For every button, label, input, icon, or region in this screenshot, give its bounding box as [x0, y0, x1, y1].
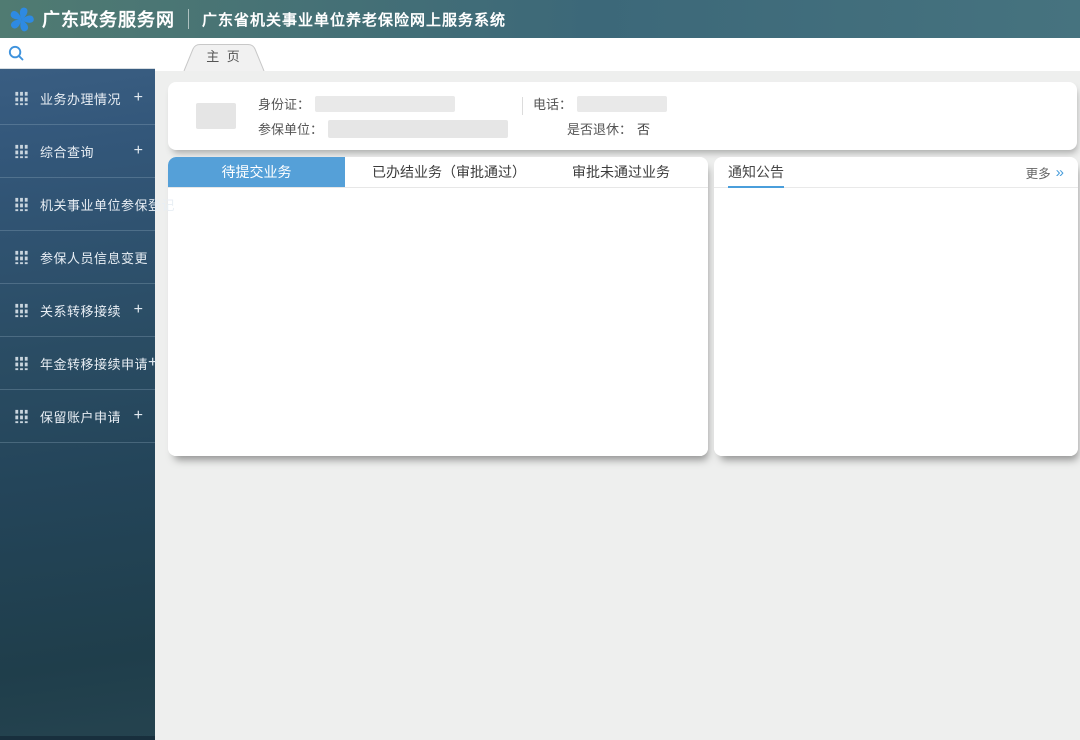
expand-plus-icon: +: [133, 142, 143, 159]
expand-plus-icon: +: [133, 407, 143, 424]
expand-plus-icon: +: [133, 301, 143, 318]
phone-label: 电话：: [533, 97, 573, 112]
info-column-left: 身份证： 参保单位：: [258, 94, 509, 138]
info-divider: [522, 97, 524, 115]
tab-pending-business[interactable]: 待提交业务: [168, 157, 345, 187]
brand-title[interactable]: 广东政务服务网: [42, 6, 175, 32]
redacted-unit-name: [328, 119, 509, 138]
redacted-user-name: [196, 103, 236, 129]
grid-icon: [15, 356, 28, 370]
sidebar-item-business-status[interactable]: 业务办理情况 +: [0, 72, 155, 125]
more-label: 更多: [1025, 166, 1051, 181]
tab-home[interactable]: 主 页: [183, 43, 265, 71]
header-divider: [188, 9, 189, 29]
sidebar-item-label: 综合查询: [40, 144, 95, 160]
app-window: 广东政务服务网 广东省机关事业单位养老保险网上服务系统 业务办理情况 + 综合查…: [0, 0, 1080, 740]
content-area: 主 页 身份证： 参保单位： 电话： 是否退休： 否 待提交业务 已办结业务（审…: [155, 38, 1080, 740]
sidebar-item-member-info-change[interactable]: 参保人员信息变更: [0, 231, 155, 284]
notice-panel-body: [714, 188, 1078, 456]
grid-icon: [15, 409, 28, 423]
tab-rejected-business[interactable]: 审批未通过业务: [557, 157, 685, 187]
retired-value: 否: [637, 122, 651, 137]
retired-label: 是否退休：: [567, 122, 633, 137]
sidebar-item-annuity-transfer[interactable]: 年金转移接续申请 +: [0, 337, 158, 390]
tab-home-label: 主 页: [206, 49, 242, 64]
grid-icon: [15, 250, 28, 264]
sidebar-search-bar: [0, 38, 155, 69]
more-arrows-icon: »: [1055, 163, 1064, 181]
redacted-phone-number: [577, 95, 668, 112]
more-link[interactable]: 更多 »: [1026, 157, 1064, 187]
sidebar-item-label: 参保人员信息变更: [40, 250, 149, 266]
notice-panel: 通知公告 更多 »: [714, 157, 1078, 456]
sidebar-item-unit-registration[interactable]: 机关事业单位参保登记: [0, 178, 175, 231]
user-info-card: 身份证： 参保单位： 电话： 是否退休： 否: [168, 82, 1077, 150]
gdgov-flower-logo-icon[interactable]: [8, 6, 35, 33]
id-card-label: 身份证：: [258, 97, 311, 112]
notice-title: 通知公告: [728, 157, 784, 188]
sidebar-item-relation-transfer[interactable]: 关系转移接续 +: [0, 284, 155, 337]
expand-plus-icon: +: [133, 89, 143, 106]
sidebar-item-label: 关系转移接续: [40, 303, 122, 319]
grid-icon: [15, 144, 28, 158]
panels-row: 待提交业务 已办结业务（审批通过） 审批未通过业务 通知公告 更多 »: [168, 157, 1078, 456]
system-title: 广东省机关事业单位养老保险网上服务系统: [202, 11, 507, 29]
sidebar-item-comprehensive-query[interactable]: 综合查询 +: [0, 125, 155, 178]
sidebar-item-label: 业务办理情况: [40, 91, 122, 107]
info-column-right: 电话： 是否退休： 否: [533, 94, 668, 138]
redacted-id-number: [315, 95, 456, 112]
sidebar-nav: 业务办理情况 + 综合查询 + 机关事业单位参保登记 参保人员信息变更 关系转移…: [0, 72, 175, 443]
expand-plus-icon: +: [148, 354, 158, 371]
tab-completed-business[interactable]: 已办结业务（审批通过）: [357, 157, 541, 187]
sidebar-item-reserved-account[interactable]: 保留账户申请 +: [0, 390, 155, 443]
sidebar-item-label: 年金转移接续申请: [40, 356, 149, 372]
business-panel-body: [168, 188, 708, 456]
search-icon[interactable]: [7, 44, 26, 63]
insured-unit-label: 参保单位：: [258, 122, 324, 137]
sidebar-item-label: 机关事业单位参保登记: [40, 197, 176, 213]
grid-icon: [15, 91, 28, 105]
grid-icon: [15, 303, 28, 317]
grid-icon: [15, 197, 28, 211]
notice-header: 通知公告 更多 »: [714, 157, 1078, 188]
sidebar-item-label: 保留账户申请: [40, 409, 122, 425]
sidebar-search-input[interactable]: [26, 38, 155, 68]
business-tabs: 待提交业务 已办结业务（审批通过） 审批未通过业务: [168, 157, 708, 188]
business-panel: 待提交业务 已办结业务（审批通过） 审批未通过业务: [168, 157, 708, 456]
page-tabstrip: 主 页: [155, 38, 1080, 71]
page-background: 身份证： 参保单位： 电话： 是否退休： 否 待提交业务 已办结业务（审批通过）…: [155, 71, 1080, 740]
top-header: 广东政务服务网 广东省机关事业单位养老保险网上服务系统: [0, 0, 1080, 38]
sidebar: 业务办理情况 + 综合查询 + 机关事业单位参保登记 参保人员信息变更 关系转移…: [0, 38, 175, 740]
